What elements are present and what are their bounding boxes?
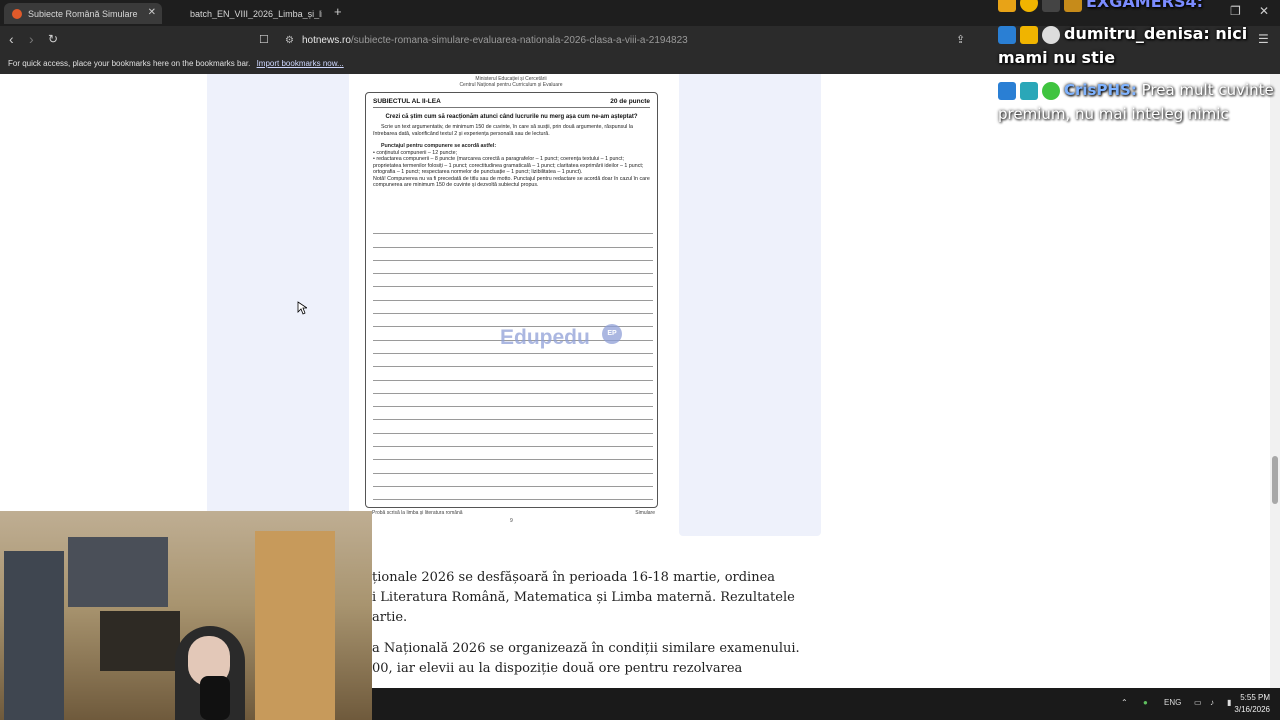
- section-points: 20 de puncte: [610, 98, 650, 105]
- watermark-text: Edupedu: [500, 326, 590, 349]
- chat-username: dumitru_denisa:: [1064, 24, 1210, 43]
- gallery-left-panel[interactable]: [207, 74, 349, 536]
- article-paragraph-line: a Națională 2026 se organizează în condi…: [372, 641, 800, 656]
- clock-time: 5:55 PM: [1240, 693, 1270, 702]
- reload-icon[interactable]: ↻: [48, 32, 58, 46]
- badge-icon: [1042, 25, 1060, 44]
- site-info-icon[interactable]: ⚙: [285, 35, 294, 46]
- tab-label: Subiecte Română Simulare Evalu: [28, 8, 140, 19]
- tab-active[interactable]: Subiecte Română Simulare Evalu ✕: [4, 3, 162, 24]
- article-paragraph-line: i Literatura Română, Matematica și Limba…: [372, 590, 795, 605]
- crown-icon: [1020, 25, 1038, 44]
- chat-username: EXGAMERS4:: [1086, 0, 1204, 11]
- badge-icon: [1042, 81, 1060, 100]
- system-clock[interactable]: 5:55 PM 3/16/2026: [1218, 692, 1270, 716]
- chat-message: dumitru_denisa: nici mami nu stie: [998, 22, 1280, 70]
- forward-icon[interactable]: ›: [29, 31, 34, 47]
- moderator-badge-icon: [998, 81, 1016, 100]
- chat-message: EXGAMERS4:: [998, 0, 1203, 12]
- taskbar: ⌃ ● ENG ▭ ♪ ▮: [372, 688, 1280, 720]
- scrollbar-thumb[interactable]: [1272, 456, 1278, 504]
- tab-label: batch_EN_VIII_2026_Limba_și_literatu: [190, 8, 322, 19]
- webcam-overlay: [0, 511, 372, 720]
- doc-frame: SUBIECTUL AL II-LEA 20 de puncte Crezi c…: [365, 92, 658, 508]
- doc-header: Ministerul Educației și Cercetării Centr…: [362, 76, 660, 88]
- import-bookmarks-link[interactable]: Import bookmarks now...: [257, 59, 344, 68]
- url-domain: hotnews.ro: [301, 34, 351, 46]
- watermark-logo: EP: [602, 324, 622, 344]
- exam-page-image: Ministerul Educației și Cercetării Centr…: [362, 76, 660, 524]
- mouse-cursor-icon: [297, 301, 307, 315]
- badge-icon: [1064, 0, 1082, 12]
- exam-note: Notă! Compunerea nu va fi precedată de t…: [373, 175, 650, 189]
- scoring-item: • redactarea compunerii – 8 puncte (marc…: [373, 156, 644, 175]
- new-tab-button[interactable]: +: [334, 4, 342, 19]
- bookmarks-hint: For quick access, place your bookmarks h…: [8, 59, 251, 68]
- favicon-icon: [12, 8, 22, 19]
- doc-header-line: Centrul Național pentru Curriculum și Ev…: [459, 82, 563, 88]
- badge-icon: [998, 0, 1016, 12]
- share-icon[interactable]: ⇪: [956, 33, 965, 46]
- section-title: SUBIECTUL AL II-LEA: [373, 98, 441, 105]
- volume-icon[interactable]: ♪: [1210, 698, 1214, 707]
- chevron-up-icon[interactable]: ⌃: [1121, 698, 1128, 707]
- doc-footer-left: Probă scrisă la limba și literatura româ…: [372, 510, 463, 516]
- chat-username: CrisPHS:: [1064, 81, 1137, 99]
- badge-icon: [1020, 81, 1038, 100]
- moderator-badge-icon: [998, 25, 1016, 44]
- microphone-icon[interactable]: ●: [1143, 698, 1148, 707]
- address-bar[interactable]: ⚙ hotnews.ro /subiecte-romana-simulare-e…: [255, 29, 995, 51]
- exam-instruction: Scrie un text argumentativ, de minimum 1…: [373, 124, 633, 137]
- gallery-right-panel[interactable]: [679, 74, 821, 536]
- doc-footer-right: Simulare: [635, 510, 655, 516]
- section-row: SUBIECTUL AL II-LEA 20 de puncte: [373, 98, 650, 108]
- answer-lines: [373, 221, 653, 501]
- badge-icon: [1020, 0, 1038, 12]
- clock-date: 3/16/2026: [1234, 705, 1270, 714]
- article-paragraph-line: artie.: [372, 610, 408, 625]
- chat-message: CrisPHS: Prea mult cuvinte premium, nu m…: [998, 78, 1280, 126]
- article-paragraph-line: 00, iar elevii au la dispoziție două ore…: [372, 661, 743, 676]
- doc-page-number: 9: [510, 518, 513, 524]
- page-scrollbar[interactable]: [1270, 74, 1280, 688]
- stream-chat-overlay: EXGAMERS4: dumitru_denisa: nici mami nu …: [996, 0, 1280, 150]
- exam-question: Crezi că știm cum să reacționăm atunci c…: [385, 114, 638, 120]
- back-icon[interactable]: ‹: [9, 31, 14, 47]
- article-paragraph-line: ționale 2026 se desfășoară în perioada 1…: [372, 570, 776, 585]
- doc-footer: Probă scrisă la limba și literatura româ…: [372, 510, 655, 516]
- badge-icon: [1042, 0, 1060, 12]
- url-path: /subiecte-romana-simulare-evaluarea-nati…: [350, 34, 688, 46]
- tab-second[interactable]: batch_EN_VIII_2026_Limba_și_literatu: [172, 3, 327, 24]
- language-indicator[interactable]: ENG: [1164, 698, 1181, 707]
- display-icon[interactable]: ▭: [1194, 698, 1202, 707]
- close-tab-icon[interactable]: ✕: [148, 7, 156, 18]
